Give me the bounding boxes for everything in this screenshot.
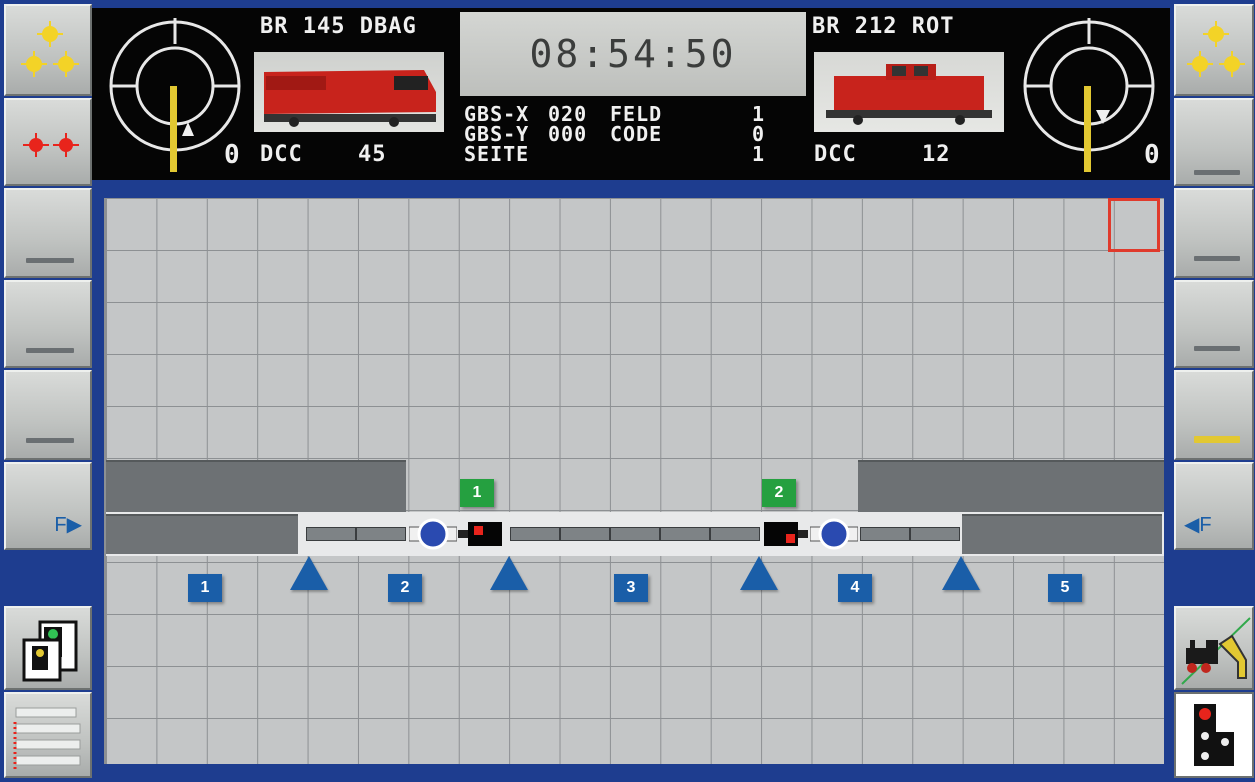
section-badge-1: 1 [188, 574, 222, 602]
feld-value: 1 [752, 102, 766, 126]
section-badge-3: 3 [614, 574, 648, 602]
signal-light-icon [1194, 704, 1234, 766]
code-label: CODE [610, 122, 663, 146]
function-button-right-1[interactable] [1174, 98, 1254, 186]
track-layout-grid[interactable]: 1 2 1 2 3 4 5 [104, 198, 1164, 764]
loco-left-address: 45 [358, 142, 387, 167]
dash-indicator [1194, 346, 1240, 351]
loco-right-name: BR 212 ROT [812, 14, 955, 39]
track-section-5[interactable] [962, 514, 1162, 554]
dash-indicator [26, 438, 74, 443]
sun-lights-icon [1187, 21, 1245, 77]
track-signal-2-icon[interactable] [760, 520, 808, 548]
uncoupler-right-icon[interactable] [810, 516, 858, 552]
dash-indicator [1194, 256, 1240, 261]
loco-right-address: 12 [922, 142, 951, 167]
section-separator-marker[interactable] [490, 556, 528, 590]
uncoupler-left-icon[interactable] [409, 516, 457, 552]
function-button-right-2[interactable] [1174, 188, 1254, 278]
function-page-left-button[interactable]: F▶ [4, 462, 92, 550]
f-button-label: ◀F [1184, 514, 1212, 536]
clock-display: 08:54:50 [460, 12, 806, 96]
lights-on-button[interactable] [4, 4, 92, 96]
clock-time: 08:54:50 [529, 32, 737, 76]
function-button-right-3[interactable] [1174, 280, 1254, 368]
platform-upper-right [858, 460, 1164, 512]
red-lamps-icon [23, 133, 79, 157]
gbs-x-value: 020 [548, 102, 588, 126]
track-section-1[interactable] [106, 514, 298, 554]
rail-segment [710, 527, 760, 541]
feld-label: FELD [610, 102, 663, 126]
rail-segment [610, 527, 660, 541]
rail-segment [510, 527, 560, 541]
dash-indicator [1194, 170, 1240, 175]
dash-indicator [26, 258, 74, 263]
seite-value: 1 [752, 142, 766, 166]
section-badge-4: 4 [838, 574, 872, 602]
function-page-right-button[interactable]: ◀F [1174, 462, 1254, 550]
function-button-left-3[interactable] [4, 370, 92, 460]
seite-label: SEITE [464, 142, 530, 166]
lights-on-button-right[interactable] [1174, 4, 1254, 96]
section-separator-marker[interactable] [740, 556, 778, 590]
signal-aspect-button[interactable] [1174, 692, 1254, 778]
function-button-left-2[interactable] [4, 280, 92, 368]
signal-pages-icon [22, 620, 78, 682]
loco-left-image[interactable] [254, 52, 444, 132]
loco-right-image[interactable] [814, 52, 1004, 132]
menu-list-button[interactable] [4, 692, 92, 778]
loco-right-protocol: DCC [814, 142, 857, 167]
f-button-label: F▶ [54, 514, 82, 536]
loco-left-speed: 0 [224, 140, 241, 170]
function-button-right-4-active[interactable] [1174, 370, 1254, 460]
layout-switch-button[interactable] [4, 606, 92, 690]
red-lights-button[interactable] [4, 98, 92, 186]
rail-segment [306, 527, 356, 541]
gbs-y-value: 000 [548, 122, 588, 146]
code-value: 0 [752, 122, 766, 146]
section-separator-marker[interactable] [290, 556, 328, 590]
rail-segment [910, 527, 960, 541]
signal-badge-2: 2 [762, 479, 796, 507]
status-header: 0 BR 145 DBAG DCC 45 08:54:50 GBS-X 020 … [92, 8, 1170, 180]
loco-left-protocol: DCC [260, 142, 303, 167]
speed-dial-right-icon[interactable] [1014, 14, 1164, 174]
gbs-x-label: GBS-X [464, 102, 530, 126]
rail-segment [660, 527, 710, 541]
loco-right-speed: 0 [1144, 140, 1161, 170]
signal-badge-1: 1 [460, 479, 494, 507]
sun-lights-icon [21, 21, 79, 77]
active-indicator [1194, 436, 1240, 443]
function-button-left-1[interactable] [4, 188, 92, 278]
grid-selection-cursor[interactable] [1108, 198, 1160, 252]
dash-indicator [26, 348, 74, 353]
section-badge-2: 2 [388, 574, 422, 602]
loco-left-name: BR 145 DBAG [260, 14, 417, 39]
platform-upper-left [106, 460, 406, 512]
steam-locomotive-icon [1181, 617, 1251, 685]
rail-segment [560, 527, 610, 541]
rail-segment [356, 527, 406, 541]
section-badge-5: 5 [1048, 574, 1082, 602]
rail-segment [860, 527, 910, 541]
section-separator-marker[interactable] [942, 556, 980, 590]
locomotive-edit-button[interactable] [1174, 606, 1254, 690]
track-signal-1-icon[interactable] [458, 520, 506, 548]
gbs-y-label: GBS-Y [464, 122, 530, 146]
list-menu-icon [13, 707, 81, 772]
